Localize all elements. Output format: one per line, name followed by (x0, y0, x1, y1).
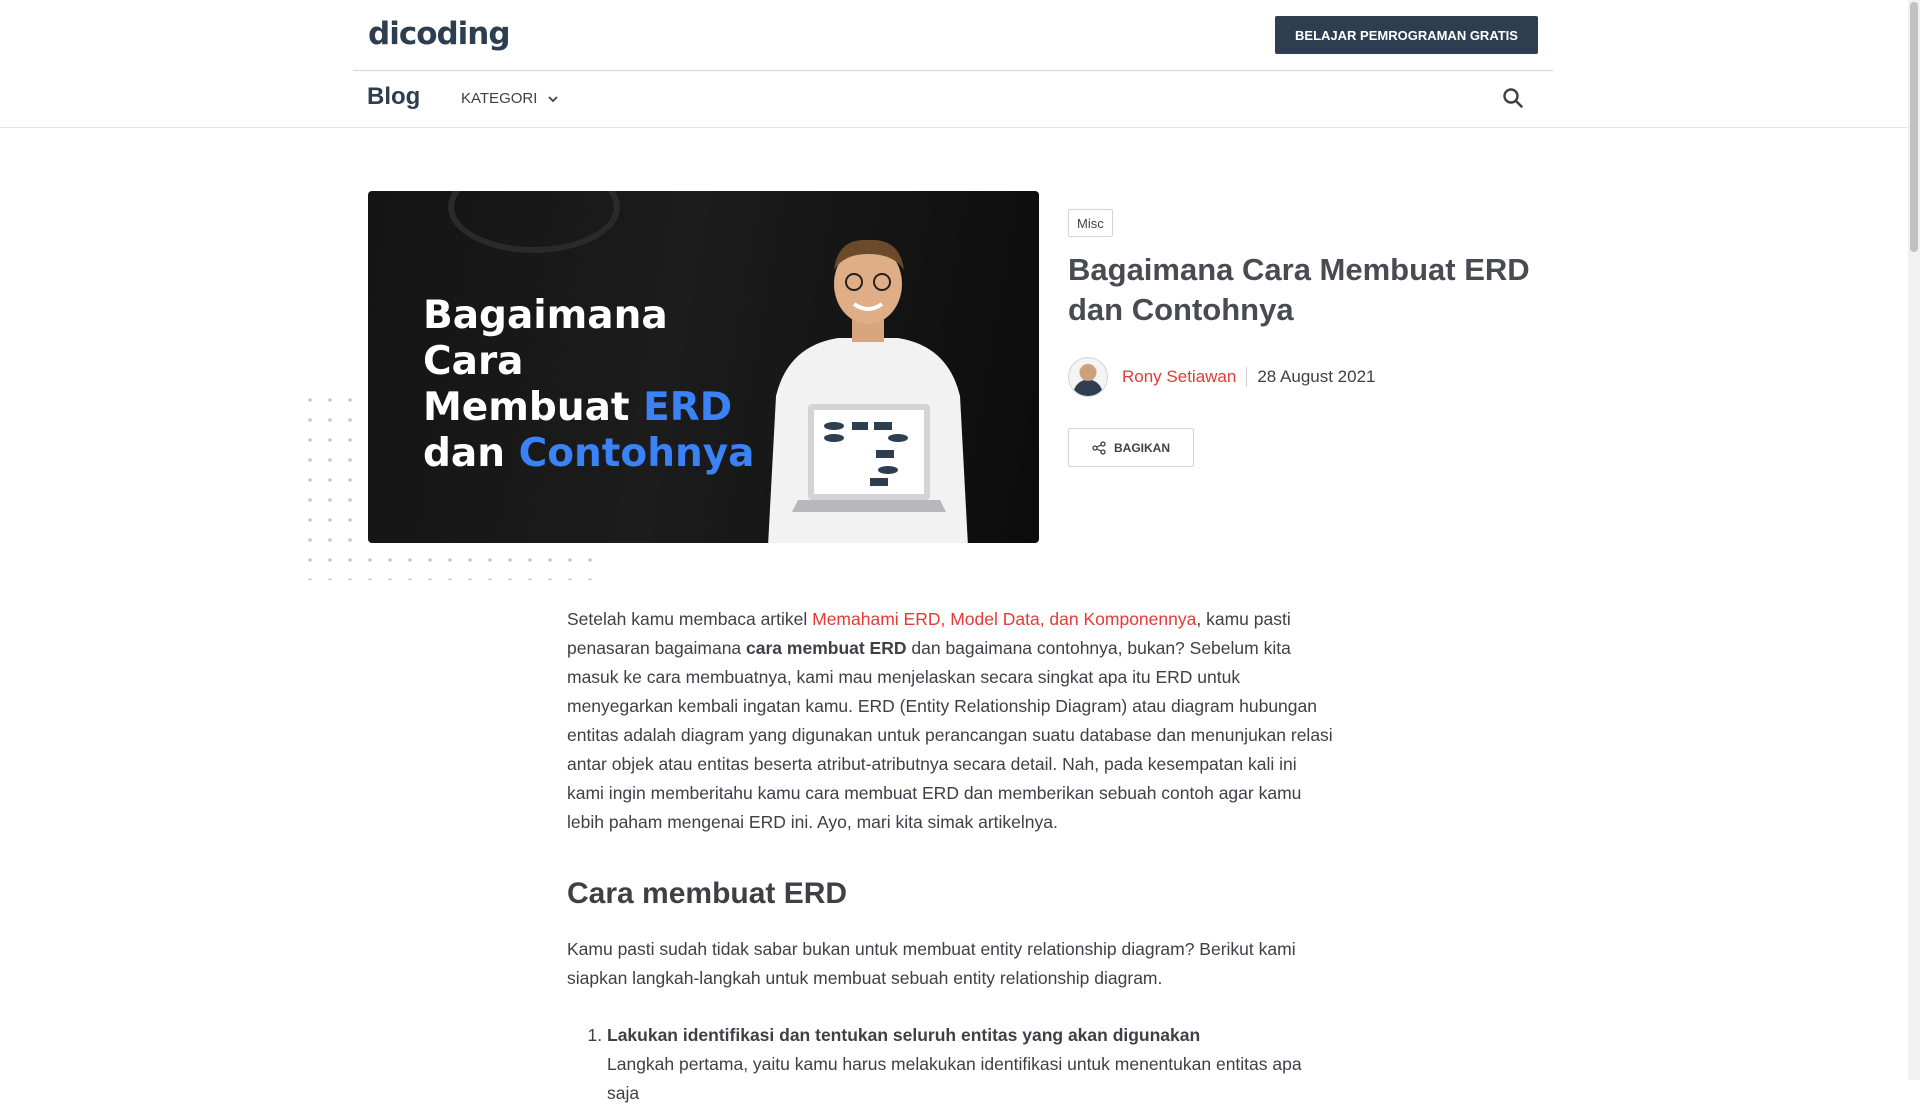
header: dicoding BELAJAR PEMROGRAMAN GRATIS (353, 0, 1553, 71)
section-heading: Cara membuat ERD (567, 877, 848, 910)
section-intro-paragraph: Kamu pasti sudah tidak sabar bukan untuk… (567, 939, 1296, 988)
hero-title: Bagaimana Cara Membuat ERD dan Contohnya (423, 293, 763, 477)
list-item: Lakukan identifikasi dan tentukan seluru… (607, 1021, 1337, 1108)
author-name-link[interactable]: Rony Setiawan (1122, 367, 1236, 387)
article-body: Setelah kamu membaca artikel Memahami ER… (567, 605, 1337, 1108)
share-label: BAGIKAN (1114, 440, 1170, 455)
intro-text-rest: dan bagaimana contohnya, bukan? Sebelum … (567, 638, 1333, 832)
hero-image: Bagaimana Cara Membuat ERD dan Contohnya (368, 191, 1039, 543)
author-row: Rony Setiawan 28 August 2021 (1068, 357, 1376, 397)
intro-paragraph: Setelah kamu membaca artikel Memahami ER… (567, 605, 1337, 837)
kategori-dropdown[interactable]: KATEGORI (461, 90, 559, 107)
man-with-laptop-illustration (768, 239, 968, 543)
share-button[interactable]: BAGIKAN (1068, 428, 1194, 467)
related-article-link[interactable]: Memahami ERD, Model Data, dan Komponenny… (812, 609, 1196, 629)
hero-title-erd: ERD (643, 385, 733, 430)
page-scrollbar[interactable] (1908, 0, 1920, 1080)
nav-blog-link[interactable]: Blog (367, 83, 420, 111)
intro-text-start: Setelah kamu membaca artikel (567, 609, 813, 629)
publish-date: 28 August 2021 (1257, 367, 1376, 386)
steps-list: Lakukan identifikasi dan tentukan seluru… (567, 1021, 1337, 1108)
step-title: Lakukan identifikasi dan tentukan seluru… (607, 1025, 1201, 1045)
chevron-down-icon (548, 95, 559, 102)
learn-programming-free-button[interactable]: BELAJAR PEMROGRAMAN GRATIS (1275, 16, 1538, 54)
kategori-label: KATEGORI (461, 90, 538, 107)
dicoding-logo[interactable]: dicoding (368, 17, 511, 51)
scrollbar-thumb[interactable] (1910, 2, 1918, 252)
hero-title-line2: Membuat (423, 385, 644, 430)
share-icon (1092, 440, 1106, 455)
meta-divider (1246, 367, 1248, 387)
step-text: Langkah pertama, yaitu kamu harus melaku… (607, 1054, 1302, 1103)
search-icon[interactable] (1502, 87, 1524, 109)
hero-title-line3: dan (423, 431, 519, 476)
blog-nav: Blog KATEGORI (0, 71, 1908, 128)
hero-title-contohnya: Contohnya (518, 431, 755, 476)
category-tag[interactable]: Misc (1068, 209, 1113, 237)
hero-title-line1: Bagaimana Cara (423, 293, 668, 384)
author-avatar[interactable] (1068, 357, 1108, 397)
glasses-decoration (448, 191, 620, 253)
article-title: Bagaimana Cara Membuat ERD dan Contohnya (1068, 252, 1530, 327)
intro-bold-text: cara membuat ERD (746, 638, 907, 658)
